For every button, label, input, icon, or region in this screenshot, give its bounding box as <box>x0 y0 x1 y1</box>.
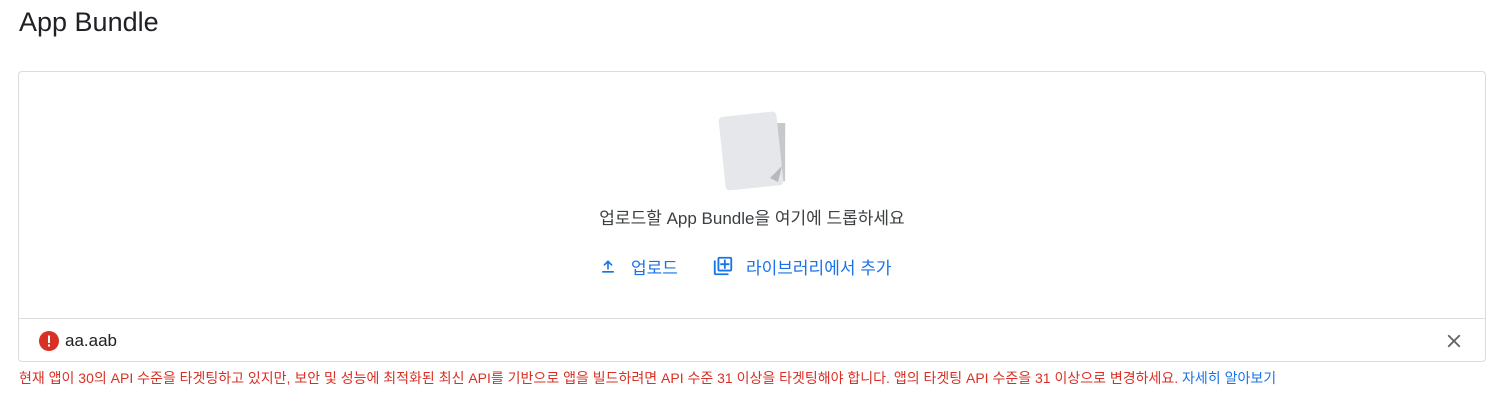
library-label: 라이브러리에서 추가 <box>746 258 892 278</box>
drop-zone[interactable]: 업로드할 App Bundle을 여기에 드롭하세요 업로드 라이브러리에서 추… <box>19 72 1485 318</box>
document-stack-icon <box>718 111 786 191</box>
close-icon[interactable] <box>1443 330 1465 352</box>
file-name: aa.aab <box>65 331 117 350</box>
app-bundle-upload-panel: 업로드할 App Bundle을 여기에 드롭하세요 업로드 라이브러리에서 추… <box>18 71 1486 362</box>
upload-icon <box>597 255 619 277</box>
app-bundle-page: App Bundle 업로드할 App Bundle을 여기에 드롭하세요 업로… <box>0 0 1501 401</box>
learn-more-link[interactable]: 자세히 알아보기 <box>1182 370 1276 386</box>
error-icon <box>39 331 59 351</box>
api-level-error-message: 현재 앱이 30의 API 수준을 타겟팅하고 있지만, 보안 및 성능에 최적… <box>19 369 1276 387</box>
upload-label: 업로드 <box>631 258 678 278</box>
drop-instruction: 업로드할 App Bundle을 여기에 드롭하세요 <box>599 209 905 228</box>
add-from-library-button[interactable]: 라이브러리에서 추가 <box>712 253 891 279</box>
uploaded-file-row: aa.aab <box>19 318 1485 362</box>
library-add-icon <box>712 255 734 277</box>
upload-actions: 업로드 라이브러리에서 추가 <box>19 253 1485 279</box>
page-title: App Bundle <box>19 7 159 37</box>
error-text: 현재 앱이 30의 API 수준을 타겟팅하고 있지만, 보안 및 성능에 최적… <box>19 370 1179 386</box>
upload-button[interactable]: 업로드 <box>597 253 678 279</box>
